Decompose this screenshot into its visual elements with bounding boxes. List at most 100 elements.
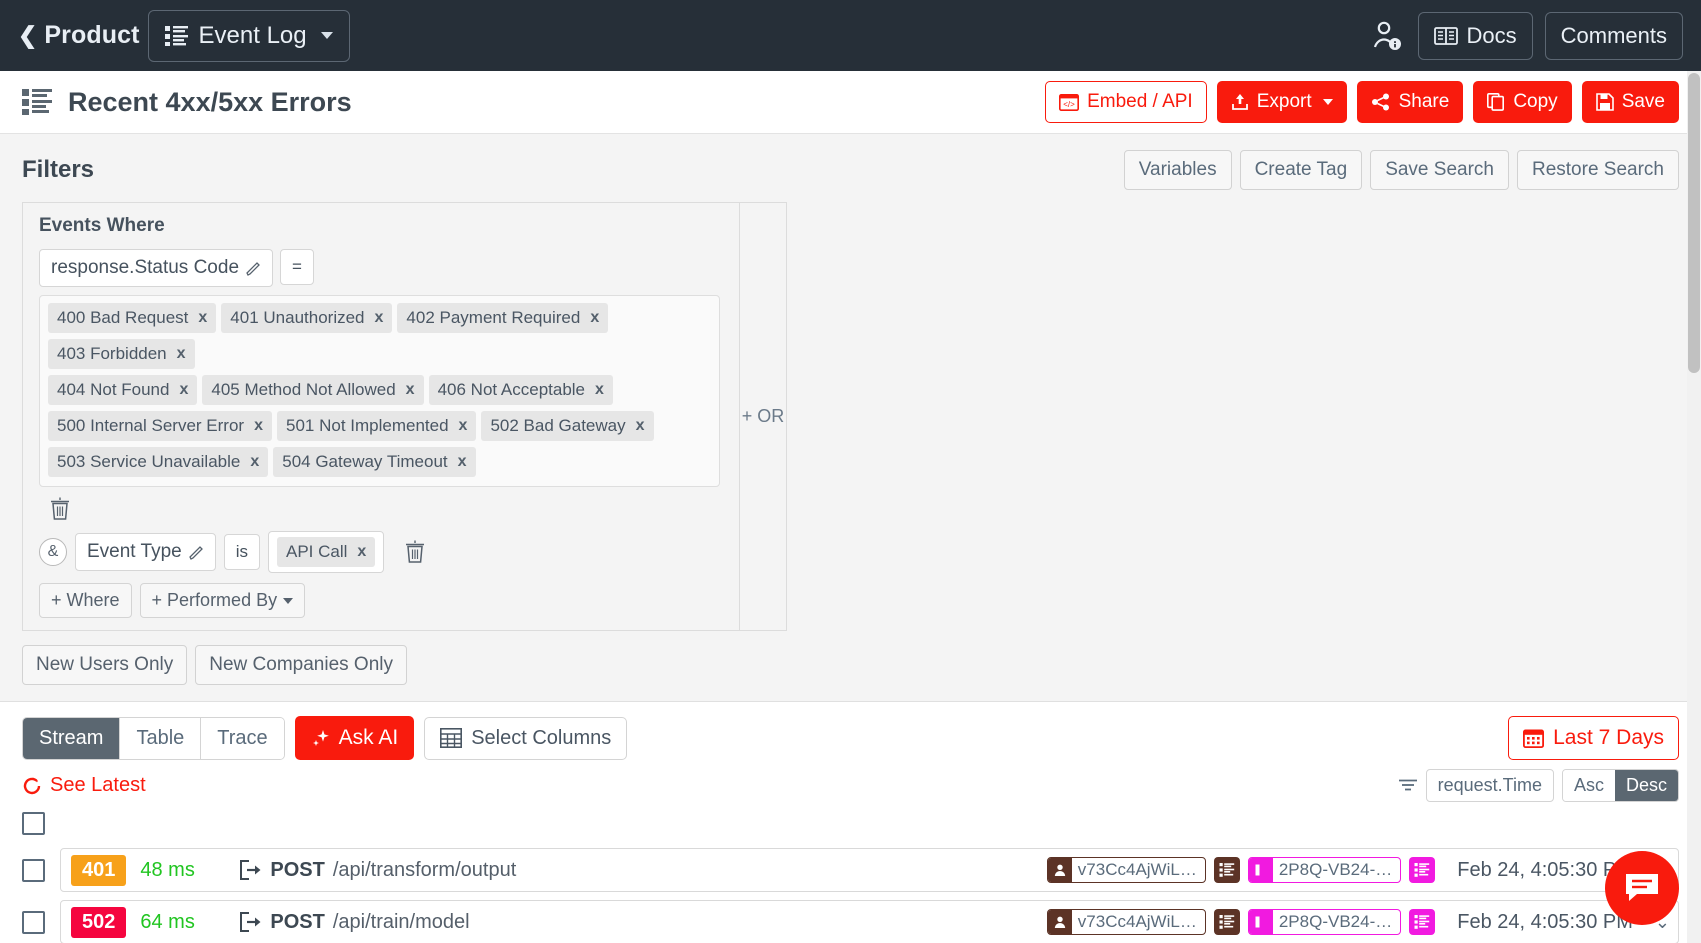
- remove-chip-icon[interactable]: x: [250, 453, 259, 471]
- table-icon: [440, 728, 463, 748]
- filter-chip[interactable]: 404 Not Found x: [48, 375, 198, 405]
- sort-asc-button[interactable]: Asc: [1562, 770, 1615, 801]
- row-checkbox[interactable]: [22, 910, 45, 934]
- sort-desc-button[interactable]: Desc: [1614, 770, 1678, 801]
- user-tag-label: v73Cc4AjWiL…: [1077, 912, 1197, 931]
- sort-field-select[interactable]: request.Time: [1425, 769, 1554, 802]
- company-tag[interactable]: 2P8Q-VB24-…: [1247, 909, 1402, 935]
- remove-chip-icon[interactable]: x: [458, 453, 467, 471]
- filter-chip[interactable]: 502 Bad Gateway x: [481, 411, 654, 441]
- event-type-operator[interactable]: is: [223, 534, 260, 570]
- remove-chip-icon[interactable]: x: [595, 381, 604, 399]
- select-all-checkbox[interactable]: [22, 811, 45, 835]
- sort-filter-icon[interactable]: [1398, 778, 1418, 794]
- new-users-only-button[interactable]: New Users Only: [22, 645, 188, 685]
- row-metadata: v73Cc4AjWiL… 2P8Q-VB24-… Feb 24, 4:05:30…: [1046, 857, 1670, 883]
- date-range-button[interactable]: Last 7 Days: [1508, 716, 1679, 760]
- user-events-icon[interactable]: [1213, 857, 1240, 883]
- request-path: /api/train/model: [332, 910, 470, 933]
- filter-chip[interactable]: 503 Service Unavailable x: [48, 447, 269, 477]
- filter-chip[interactable]: 405 Method Not Allowed x: [202, 375, 424, 405]
- refresh-icon: [22, 776, 42, 796]
- company-events-icon[interactable]: [1409, 909, 1436, 935]
- remove-chip-icon[interactable]: x: [459, 417, 468, 435]
- see-latest-button[interactable]: See Latest: [22, 774, 146, 797]
- remove-chip-icon[interactable]: x: [179, 381, 188, 399]
- remove-chip-icon[interactable]: x: [406, 381, 415, 399]
- save-search-button[interactable]: Save Search: [1370, 150, 1509, 190]
- event-card[interactable]: 502 64 ms POST /api/train/model v73Cc4Aj…: [60, 900, 1679, 943]
- filter-chip[interactable]: API Call x: [277, 537, 376, 567]
- filter-chip[interactable]: 406 Not Acceptable x: [428, 375, 613, 405]
- condition-field-select[interactable]: response.Status Code: [39, 249, 274, 287]
- delete-event-type-condition-button[interactable]: [404, 540, 426, 564]
- tab-table[interactable]: Table: [120, 717, 202, 759]
- variables-button[interactable]: Variables: [1123, 150, 1232, 190]
- filter-chip[interactable]: 402 Payment Required x: [397, 303, 609, 333]
- event-log-nav-label: Event Log: [198, 21, 307, 49]
- create-tag-button[interactable]: Create Tag: [1239, 150, 1363, 190]
- company-events-icon[interactable]: [1409, 857, 1436, 883]
- export-button[interactable]: Export: [1216, 81, 1347, 123]
- user-events-icon[interactable]: [1213, 909, 1240, 935]
- user-tag[interactable]: v73Cc4AjWiL…: [1046, 857, 1206, 883]
- restore-search-button[interactable]: Restore Search: [1516, 150, 1679, 190]
- user-info-icon[interactable]: [1372, 20, 1402, 52]
- filter-chip[interactable]: 500 Internal Server Error x: [48, 411, 272, 441]
- add-performed-by-button[interactable]: + Performed By: [139, 583, 306, 618]
- filter-chip[interactable]: 400 Bad Request x: [48, 303, 217, 333]
- user-tag[interactable]: v73Cc4AjWiL…: [1046, 909, 1206, 935]
- delete-condition-button[interactable]: [49, 497, 71, 521]
- event-list: 401 48 ms POST /api/transform/output v73…: [0, 802, 1701, 943]
- event-card[interactable]: 401 48 ms POST /api/transform/output v73…: [60, 848, 1679, 892]
- event-log-nav-dropdown[interactable]: Event Log: [147, 9, 350, 62]
- add-condition-row: + Where + Performed By: [39, 583, 725, 618]
- remove-chip-icon[interactable]: x: [254, 417, 263, 435]
- embed-api-button[interactable]: </> Embed / API: [1045, 81, 1207, 123]
- results-subbar: See Latest request.Time Asc Desc: [0, 760, 1701, 802]
- tab-stream[interactable]: Stream: [23, 717, 121, 759]
- filter-chip[interactable]: 504 Gateway Timeout x: [273, 447, 476, 477]
- chip-label: 406 Not Acceptable: [437, 380, 586, 399]
- save-button[interactable]: Save: [1581, 81, 1679, 123]
- table-row[interactable]: 502 64 ms POST /api/train/model v73Cc4Aj…: [22, 896, 1679, 943]
- docs-button[interactable]: Docs: [1417, 11, 1533, 60]
- scrollbar-thumb[interactable]: [1688, 73, 1700, 373]
- remove-chip-icon[interactable]: x: [590, 309, 599, 327]
- company-icon: [1248, 910, 1273, 934]
- list-icon: [164, 25, 189, 47]
- remove-chip-icon[interactable]: x: [357, 543, 366, 561]
- table-row[interactable]: 401 48 ms POST /api/transform/output v73…: [22, 844, 1679, 896]
- condition-row-status-code: response.Status Code =: [39, 249, 725, 287]
- export-label: Export: [1256, 91, 1312, 112]
- select-columns-button[interactable]: Select Columns: [424, 716, 628, 760]
- condition-operator-select[interactable]: =: [280, 249, 314, 285]
- copy-button[interactable]: Copy: [1473, 81, 1572, 123]
- filter-chip[interactable]: 401 Unauthorized x: [221, 303, 393, 333]
- remove-chip-icon[interactable]: x: [375, 309, 384, 327]
- back-to-product-link[interactable]: ❮ Product: [18, 21, 148, 50]
- share-label: Share: [1398, 91, 1450, 112]
- company-tag[interactable]: 2P8Q-VB24-…: [1247, 857, 1402, 883]
- comments-button[interactable]: Comments: [1544, 11, 1683, 60]
- add-or-group-button[interactable]: + OR: [740, 203, 786, 630]
- remove-chip-icon[interactable]: x: [198, 309, 207, 327]
- ask-ai-button[interactable]: Ask AI: [294, 716, 415, 760]
- row-checkbox[interactable]: [22, 858, 45, 882]
- remove-chip-icon[interactable]: x: [177, 345, 186, 363]
- filter-chip[interactable]: 403 Forbidden x: [48, 339, 195, 369]
- remove-chip-icon[interactable]: x: [636, 417, 645, 435]
- share-button[interactable]: Share: [1356, 81, 1464, 123]
- page-scrollbar[interactable]: [1687, 71, 1701, 943]
- chat-support-button[interactable]: [1605, 851, 1679, 925]
- share-icon: [1371, 93, 1391, 111]
- tab-trace[interactable]: Trace: [201, 717, 284, 759]
- add-where-button[interactable]: + Where: [39, 583, 132, 618]
- and-operator-badge[interactable]: &: [39, 538, 67, 566]
- embed-api-label: Embed / API: [1087, 91, 1193, 112]
- status-badge: 401: [71, 854, 127, 886]
- new-companies-only-button[interactable]: New Companies Only: [195, 645, 407, 685]
- event-type-field-select[interactable]: Event Type: [75, 533, 216, 571]
- filter-chip[interactable]: 501 Not Implemented x: [277, 411, 477, 441]
- http-method: POST: [270, 858, 325, 881]
